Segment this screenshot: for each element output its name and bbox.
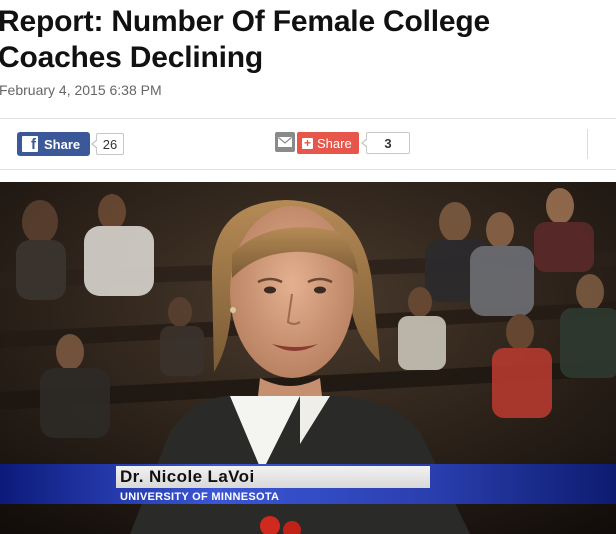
plus-icon: + bbox=[302, 135, 313, 150]
article-dateline: February 4, 2015 6:38 PM bbox=[0, 82, 162, 98]
facebook-share-button[interactable]: f Share bbox=[17, 132, 90, 156]
facebook-share-count: 26 bbox=[91, 133, 124, 155]
plus-share-button[interactable]: + Share bbox=[297, 132, 359, 154]
article-headline: Report: Number Of Female College Coaches… bbox=[0, 5, 491, 74]
video-player[interactable]: Dr. Nicole LaVoi UNIVERSITY OF MINNESOTA bbox=[0, 182, 616, 534]
plus-share-label: Share bbox=[317, 135, 352, 151]
plus-share-count: 3 bbox=[361, 132, 410, 154]
share-bar-divider bbox=[587, 129, 588, 159]
interviewee-name: Dr. Nicole LaVoi bbox=[116, 466, 430, 488]
facebook-share-label: Share bbox=[44, 136, 81, 152]
facebook-f-icon: f bbox=[22, 136, 38, 152]
email-share-button[interactable] bbox=[275, 132, 295, 152]
share-bar: f Share 26 + Share bbox=[0, 118, 616, 170]
envelope-icon bbox=[278, 137, 292, 147]
interviewee-affiliation: UNIVERSITY OF MINNESOTA bbox=[120, 491, 280, 503]
